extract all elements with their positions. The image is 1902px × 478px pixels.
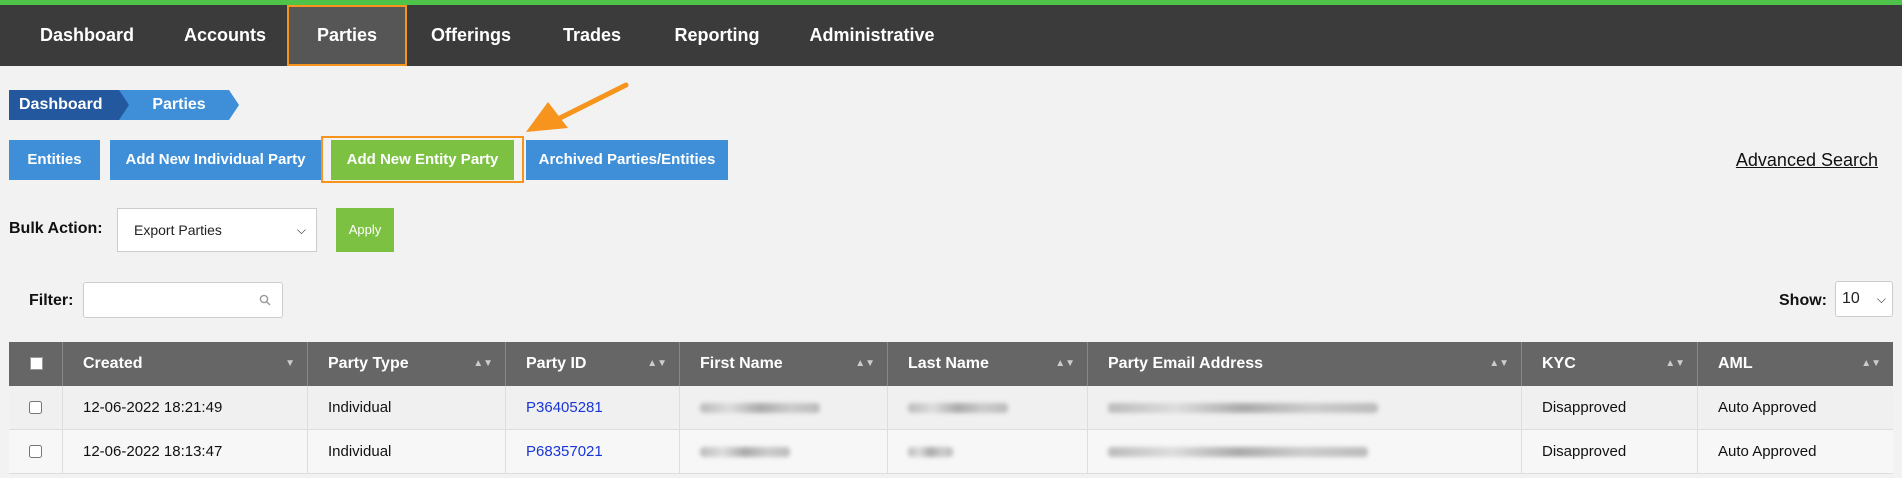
show-entries-select[interactable]: 10 ⌵ [1835,281,1893,317]
cell-created: 12-06-2022 18:21:49 [63,386,308,430]
col-created[interactable]: Created ▼ [63,342,308,386]
bulk-action-label: Bulk Action: [9,220,103,237]
bulk-action-selected: Export Parties [134,222,222,238]
sort-icon: ▲▼ [1861,358,1881,369]
highlight-box [321,136,524,183]
row-checkbox[interactable] [29,401,42,414]
row-select-cell [9,430,63,474]
sort-desc-icon: ▼ [285,358,295,369]
advanced-search-link[interactable]: Advanced Search [1736,150,1878,171]
nav-reporting[interactable]: Reporting [652,5,782,66]
nav-trades[interactable]: Trades [532,5,652,66]
cell-party-type: Individual [308,430,506,474]
cell-party-type: Individual [308,386,506,430]
entities-button[interactable]: Entities [9,140,100,180]
row-select-cell [9,386,63,430]
nav-offerings[interactable]: Offerings [410,5,532,66]
sort-icon: ▲▼ [1665,358,1685,369]
annotation-arrow-icon [526,82,629,132]
row-checkbox[interactable] [29,445,42,458]
sort-icon: ▲▼ [1055,358,1075,369]
select-all-cell [9,342,63,386]
col-aml[interactable]: AML ▲▼ [1698,342,1893,386]
sort-icon: ▲▼ [647,358,667,369]
table-row[interactable]: 12-06-2022 18:13:47 Individual P68357021… [9,430,1893,474]
breadcrumb-dashboard[interactable]: Dashboard [9,90,129,120]
sort-icon: ▲▼ [855,358,875,369]
nav-accounts[interactable]: Accounts [160,5,290,66]
col-last-name[interactable]: Last Name ▲▼ [888,342,1088,386]
archived-parties-button[interactable]: Archived Parties/Entities [526,140,728,180]
cell-first-name-redacted [680,430,888,474]
cell-first-name-redacted [680,386,888,430]
add-individual-party-button[interactable]: Add New Individual Party [110,140,321,180]
filter-label: Filter: [29,292,74,309]
top-nav: Dashboard Accounts Parties Offerings Tra… [0,0,1902,66]
nav-administrative[interactable]: Administrative [782,5,962,66]
table-header: Created ▼ Party Type ▲▼ Party ID ▲▼ First N… [9,342,1893,386]
search-icon [259,294,271,306]
party-id-link[interactable]: P68357021 [526,443,603,460]
cell-party-id: P68357021 [506,430,680,474]
sort-icon: ▲▼ [1489,358,1509,369]
chevron-down-icon: ⌵ [296,223,306,237]
cell-last-name-redacted [888,430,1088,474]
col-party-type[interactable]: Party Type ▲▼ [308,342,506,386]
col-party-id[interactable]: Party ID ▲▼ [506,342,680,386]
table-row[interactable]: 12-06-2022 18:21:49 Individual P36405281… [9,386,1893,430]
filter-input[interactable] [83,282,283,318]
nav-dashboard[interactable]: Dashboard [14,5,160,66]
col-kyc[interactable]: KYC ▲▼ [1522,342,1698,386]
select-all-checkbox[interactable] [30,357,43,370]
party-id-link[interactable]: P36405281 [526,399,603,416]
cell-email-redacted [1088,386,1522,430]
nav-parties[interactable]: Parties [287,5,407,66]
cell-party-id: P36405281 [506,386,680,430]
cell-email-redacted [1088,430,1522,474]
cell-kyc: Disapproved [1522,430,1698,474]
breadcrumb-parties[interactable]: Parties [119,90,239,120]
chevron-down-icon: ⌵ [1876,292,1886,306]
cell-created: 12-06-2022 18:13:47 [63,430,308,474]
cell-aml: Auto Approved [1718,443,1817,460]
cell-aml: Auto Approved [1718,399,1817,416]
cell-kyc: Disapproved [1522,386,1698,430]
apply-button[interactable]: Apply [336,208,394,252]
col-email[interactable]: Party Email Address ▲▼ [1088,342,1522,386]
cell-last-name-redacted [888,386,1088,430]
show-entries-value: 10 [1842,290,1860,307]
sort-icon: ▲▼ [473,358,493,369]
show-label: Show: [1779,292,1827,309]
col-first-name[interactable]: First Name ▲▼ [680,342,888,386]
bulk-action-select[interactable]: Export Parties ⌵ [117,208,317,252]
